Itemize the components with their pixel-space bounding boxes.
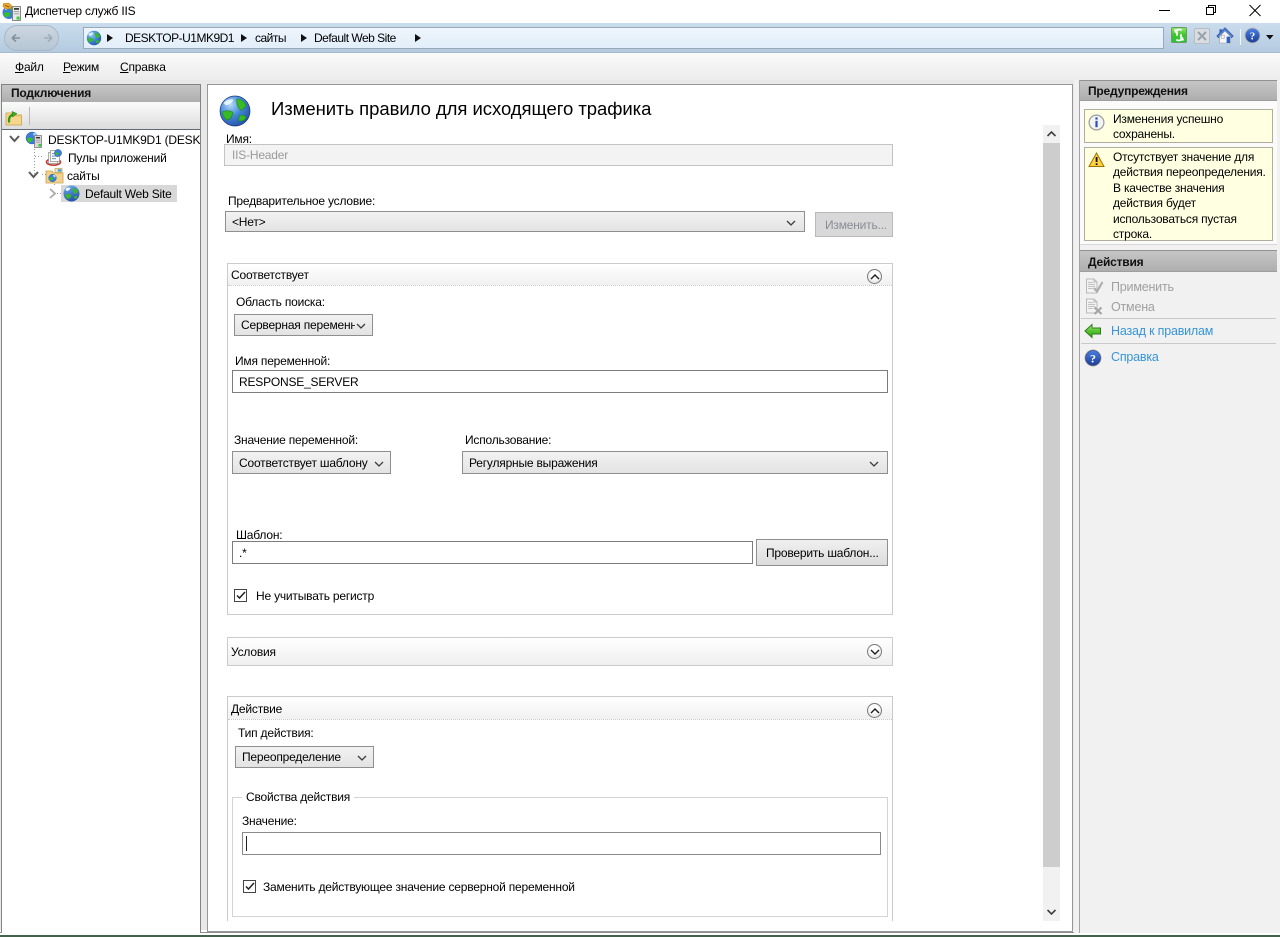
svg-text:?: ? bbox=[1090, 352, 1096, 366]
svg-text:?: ? bbox=[1250, 31, 1256, 43]
